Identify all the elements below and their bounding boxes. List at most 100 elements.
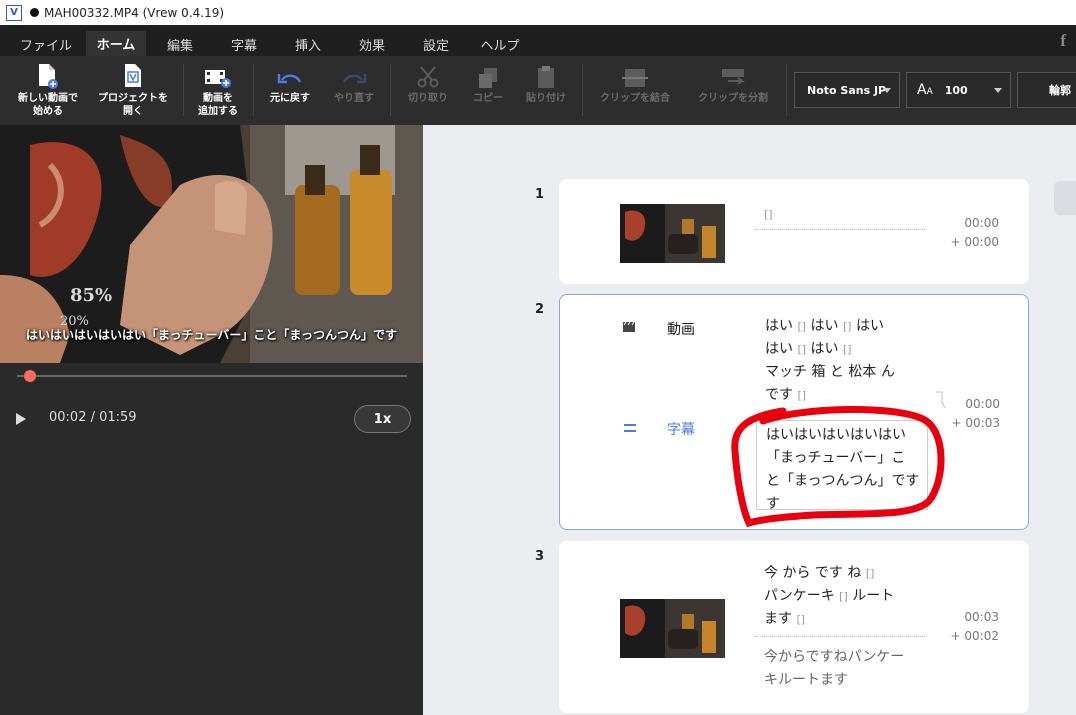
red-annotation-circle xyxy=(731,405,945,528)
merge-clips-label: クリップを結合 xyxy=(600,93,670,104)
paste-button[interactable]: 貼り付け xyxy=(518,56,574,125)
word[interactable]: ます xyxy=(764,611,792,627)
subtitle-lines-icon xyxy=(624,424,636,432)
clip-thumbnail[interactable] xyxy=(620,204,725,263)
silence-marker[interactable]: [] xyxy=(797,320,806,333)
word[interactable]: はい xyxy=(811,318,839,334)
merge-icon xyxy=(622,69,648,87)
clip-word-line: はい [] はい [] xyxy=(765,338,852,361)
clip-duration: + 00:02 xyxy=(950,629,999,643)
player-pane: 85% 20% はいはいはいはいはい「まっチューバー」こと「まっつんつん」です … xyxy=(0,125,423,715)
word[interactable]: 今 xyxy=(764,565,778,581)
svg-text:85%: 85% xyxy=(70,285,112,306)
word[interactable]: と xyxy=(830,364,844,380)
font-family-select[interactable]: Noto Sans JP xyxy=(794,72,900,108)
menu-insert[interactable]: 挿入 xyxy=(280,32,336,56)
clip-word-line: マッチ 箱 と 松本 ん xyxy=(765,361,895,384)
app-logo-icon: V xyxy=(6,4,22,21)
unsaved-dot-icon xyxy=(30,8,39,17)
undo-label: 元に戻す xyxy=(270,93,310,104)
scissors-icon xyxy=(417,66,439,88)
silence-marker[interactable]: [] xyxy=(796,613,805,626)
new-video-button[interactable]: 新しい動画で 始める xyxy=(10,56,86,125)
split-icon xyxy=(722,69,745,85)
add-video-label: 動画を 追加する xyxy=(198,93,238,117)
undo-icon xyxy=(277,74,302,84)
divider xyxy=(755,636,925,637)
word[interactable]: 松本 xyxy=(848,364,876,380)
subtitle-track-label: 字幕 xyxy=(667,422,695,438)
font-size-icon: AA xyxy=(917,82,933,98)
clip-word-line: 今 から です ね [] xyxy=(764,562,874,585)
open-project-label: プロジェクトを 開く xyxy=(98,93,168,117)
subtitle-text-field[interactable]: 今からですねパンケー キルートます xyxy=(764,646,934,692)
clip-duration: + 00:00 xyxy=(950,235,999,249)
project-file-icon xyxy=(125,64,141,87)
copy-button[interactable]: コピー xyxy=(460,56,516,125)
play-icon[interactable] xyxy=(16,413,26,425)
open-project-button[interactable]: プロジェクトを 開く xyxy=(92,56,174,125)
silence-marker[interactable]: [] xyxy=(843,320,852,333)
video-subtitle-overlay: はいはいはいはいはい「まっチューバー」こと「まっつんつん」です xyxy=(26,328,397,342)
clip-number: 1 xyxy=(535,187,545,202)
clip-card-1[interactable]: [] 00:00 + 00:00 xyxy=(559,179,1029,284)
menu-settings[interactable]: 設定 xyxy=(408,32,464,56)
menu-file[interactable]: ファイル xyxy=(8,32,84,56)
menu-subtitle[interactable]: 字幕 xyxy=(216,32,272,56)
font-size-value: 100 xyxy=(944,83,968,97)
seek-bar[interactable] xyxy=(17,375,407,377)
copy-icon xyxy=(479,68,497,88)
facebook-icon[interactable]: f xyxy=(1060,31,1066,51)
silence-marker[interactable]: [] xyxy=(839,590,848,603)
font-size-select[interactable]: AA 100 xyxy=(906,72,1011,108)
add-video-button[interactable]: 動画を 追加する xyxy=(190,56,246,125)
cut-button[interactable]: 切り取り xyxy=(398,56,458,125)
paste-label: 貼り付け xyxy=(526,93,566,104)
split-clip-button[interactable]: クリップを分割 xyxy=(690,56,776,125)
word[interactable]: です xyxy=(815,565,843,581)
word[interactable]: マッチ xyxy=(765,364,807,380)
clip-time: 00:03 + 00:02 xyxy=(939,608,999,646)
word[interactable]: 箱 xyxy=(811,364,825,380)
copy-label: コピー xyxy=(473,93,503,104)
word[interactable]: ね xyxy=(847,565,861,581)
word[interactable]: ルート xyxy=(852,588,894,604)
undo-button[interactable]: 元に戻す xyxy=(262,56,318,125)
clip-start-time: 00:00 xyxy=(964,216,999,230)
redo-button[interactable]: やり直す xyxy=(326,56,382,125)
outline-button[interactable]: 輪郭 xyxy=(1017,72,1076,108)
word[interactable]: はい xyxy=(765,341,793,357)
cut-label: 切り取り xyxy=(408,93,448,104)
clip-card-3[interactable]: 今 から です ね [] パンケーキ [] ルート ます [] 00:03 + … xyxy=(559,541,1029,713)
silence-marker[interactable]: [] xyxy=(764,208,773,221)
seek-handle[interactable] xyxy=(23,370,36,382)
clip-word-line: パンケーキ [] ルート xyxy=(764,585,894,608)
menu-effects[interactable]: 効果 xyxy=(344,32,400,56)
title-bar: V MAH00332.MP4 (Vrew 0.4.19) xyxy=(0,0,1076,25)
menu-home[interactable]: ホーム xyxy=(86,31,146,56)
merge-clips-button[interactable]: クリップを結合 xyxy=(590,56,680,125)
split-clip-label: クリップを分割 xyxy=(698,93,768,104)
word[interactable]: ん xyxy=(881,364,895,380)
silence-marker[interactable]: [] xyxy=(866,567,875,580)
redo-icon xyxy=(342,74,367,84)
menu-help[interactable]: ヘルプ xyxy=(470,32,530,56)
playback-speed-button[interactable]: 1x xyxy=(354,405,411,433)
video-preview[interactable]: 85% 20% はいはいはいはいはい「まっチューバー」こと「まっつんつん」です xyxy=(0,125,423,363)
silence-marker[interactable]: [] xyxy=(843,343,852,356)
silence-marker[interactable]: [] xyxy=(797,343,806,356)
word[interactable]: はい xyxy=(765,318,793,334)
new-video-label: 新しい動画で 始める xyxy=(18,93,78,117)
word[interactable]: はい xyxy=(811,341,839,357)
panel-toggle-handle[interactable] xyxy=(1054,181,1076,215)
toolbar-divider xyxy=(786,64,787,116)
word[interactable]: はい xyxy=(856,318,884,334)
word[interactable]: パンケーキ xyxy=(764,588,835,604)
divider xyxy=(755,229,925,230)
clip-word-line: [] xyxy=(764,203,773,226)
outline-label: 輪郭 xyxy=(1049,84,1071,97)
menu-edit[interactable]: 編集 xyxy=(152,32,208,56)
clipboard-icon xyxy=(538,66,554,88)
word[interactable]: から xyxy=(782,565,810,581)
clip-thumbnail[interactable] xyxy=(620,599,725,658)
